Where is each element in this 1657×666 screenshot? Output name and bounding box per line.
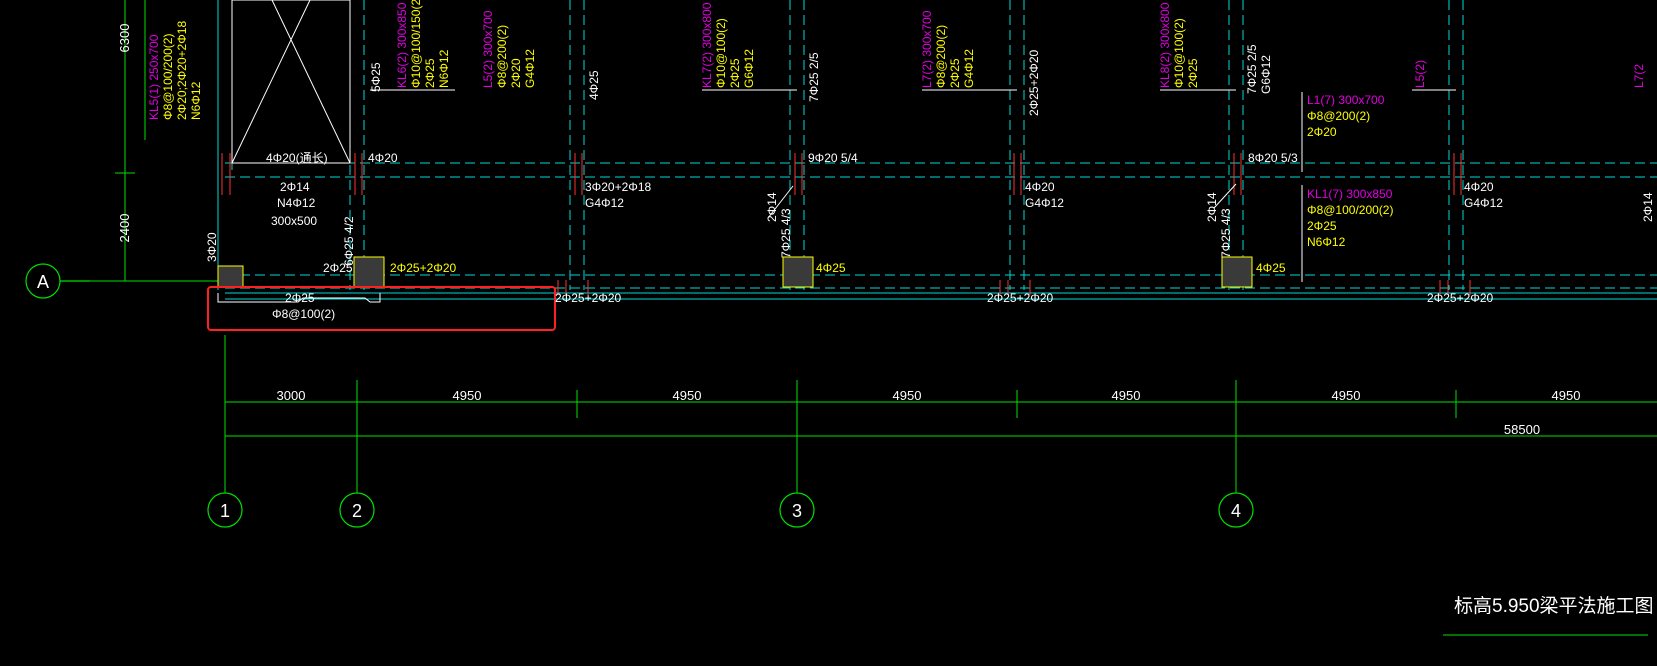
l5a-stirrup: Φ8@200(2): [495, 25, 509, 88]
note-cant-2p25: 2Φ25: [285, 291, 315, 305]
note-v-2p25-2p20: 2Φ25+2Φ20: [1027, 49, 1041, 116]
note-v-2p14b: 2Φ14: [1205, 192, 1219, 222]
note-cant-stirrup: Φ8@100(2): [272, 307, 335, 321]
l5a-main: 2Φ20: [509, 58, 523, 88]
label-kl6: KL6(2) 300x850: [395, 2, 409, 88]
note-3p20-2p18: 3Φ20+2Φ18: [585, 180, 652, 194]
kl6-stirrup: Φ10@100/150(2): [409, 0, 423, 88]
column-a3: [782, 256, 814, 288]
label-l5b: L5(2): [1413, 60, 1427, 88]
kl1-main: 2Φ25: [1307, 219, 1337, 233]
note-v-7p25c: 7Φ25 4/3: [779, 208, 793, 258]
note-4p20: 4Φ20: [368, 151, 398, 165]
note-v-3p20: 3Φ20: [205, 232, 219, 262]
note-4p20-through: 4Φ20(通长): [266, 151, 328, 165]
note-v-7p25d: 7Φ25 4/3: [1219, 208, 1233, 258]
note-9p20: 9Φ20 5/4: [808, 151, 858, 165]
kl8-stirrup: Φ10@100(2): [1172, 18, 1186, 88]
dim-span-1: 3000: [277, 388, 306, 403]
column-a1: [217, 265, 244, 288]
note-v-2p14a: 2Φ14: [765, 192, 779, 222]
l5a-side: G4Φ12: [523, 49, 537, 88]
label-l7: L7(2) 300x700: [920, 10, 934, 88]
note-v-4p25: 4Φ25: [587, 70, 601, 100]
kl7-stirrup: Φ10@100(2): [714, 18, 728, 88]
dim-vertical-6300: 6300: [117, 24, 132, 53]
kl6-side: N6Φ12: [437, 49, 451, 88]
note-4p25a: 4Φ25: [816, 261, 846, 275]
axis-label-3: 3: [792, 501, 802, 521]
label-l5a: L5(2) 300x700: [481, 10, 495, 88]
l7-stirrup: Φ8@200(2): [934, 25, 948, 88]
dim-span-3: 4950: [673, 388, 702, 403]
note-v-7p25b: 7Φ25 2/5: [1245, 44, 1259, 94]
label-kl8: KL8(2) 300x800: [1158, 2, 1172, 88]
l1-main: 2Φ20: [1307, 125, 1337, 139]
l7-side: G4Φ12: [962, 49, 976, 88]
axis-label-1: 1: [220, 501, 230, 521]
drawing-title: 标高5.950梁平法施工图: [1454, 595, 1654, 617]
note-4p20b: 4Φ20: [1464, 180, 1494, 194]
axis-label-2: 2: [352, 501, 362, 521]
note-4p20a: 4Φ20: [1025, 180, 1055, 194]
drawing-background: [0, 0, 1657, 666]
note-v-6p25: 6Φ25 4/2: [342, 216, 356, 266]
label-l7b: L7(2: [1632, 64, 1646, 88]
label-kl7: KL7(2) 300x800: [700, 2, 714, 88]
l1-stirrup: Φ8@200(2): [1307, 109, 1370, 123]
note-v-2p14c: 2Φ14: [1641, 192, 1655, 222]
dim-span-5: 4950: [1112, 388, 1141, 403]
axis-label-a: A: [37, 272, 49, 292]
dim-total: 58500: [1504, 422, 1540, 437]
dim-span-7: 4950: [1552, 388, 1581, 403]
kl5-main: 2Φ20;2Φ20+2Φ18: [175, 21, 189, 120]
dim-span-2: 4950: [453, 388, 482, 403]
kl1-side: N6Φ12: [1307, 235, 1346, 249]
label-l1: L1(7) 300x700: [1307, 93, 1385, 107]
l7-main: 2Φ25: [948, 58, 962, 88]
note-bot-a: 2Φ25+2Φ20: [555, 291, 622, 305]
note-2p25-left: 2Φ25: [323, 261, 353, 275]
dim-span-4: 4950: [893, 388, 922, 403]
label-kl5: KL5(1) 250x700: [147, 34, 161, 120]
note-bot-b: 2Φ25+2Φ20: [987, 291, 1054, 305]
note-8p20: 8Φ20 5/3: [1248, 151, 1298, 165]
kl5-stirrup: Φ8@100/200(2): [161, 34, 175, 120]
dim-span-6: 4950: [1332, 388, 1361, 403]
note-2p25-2p20: 2Φ25+2Φ20: [390, 261, 457, 275]
kl1-stirrup: Φ8@100/200(2): [1307, 203, 1393, 217]
note-g4a: G4Φ12: [585, 196, 624, 210]
column-a4: [1221, 256, 1253, 288]
note-bot-c: 2Φ25+2Φ20: [1427, 291, 1494, 305]
column-a2: [353, 256, 385, 288]
kl7-side: G6Φ12: [742, 49, 756, 88]
label-kl1: KL1(7) 300x850: [1307, 187, 1393, 201]
note-n4: N4Φ12: [277, 196, 316, 210]
note-v-g6: G6Φ12: [1259, 55, 1273, 94]
note-v-7p25: 7Φ25 2/5: [807, 52, 821, 102]
beam-plan-drawing: A 1 2 3 4 3000 4950 4950 4950 4950 4950 …: [0, 0, 1657, 666]
axis-label-4: 4: [1231, 501, 1241, 521]
note-300x500: 300x500: [271, 214, 317, 228]
kl6-main: 2Φ25: [423, 58, 437, 88]
note-g4b: G4Φ12: [1025, 196, 1064, 210]
kl5-side: N6Φ12: [189, 81, 203, 120]
kl8-main: 2Φ25: [1186, 58, 1200, 88]
note-g4c: G4Φ12: [1464, 196, 1503, 210]
note-v-5p25: 5Φ25: [369, 62, 383, 92]
note-2p14: 2Φ14: [280, 180, 310, 194]
note-4p25b: 4Φ25: [1256, 261, 1286, 275]
dim-vertical-2400: 2400: [117, 214, 132, 243]
kl7-main: 2Φ25: [728, 58, 742, 88]
